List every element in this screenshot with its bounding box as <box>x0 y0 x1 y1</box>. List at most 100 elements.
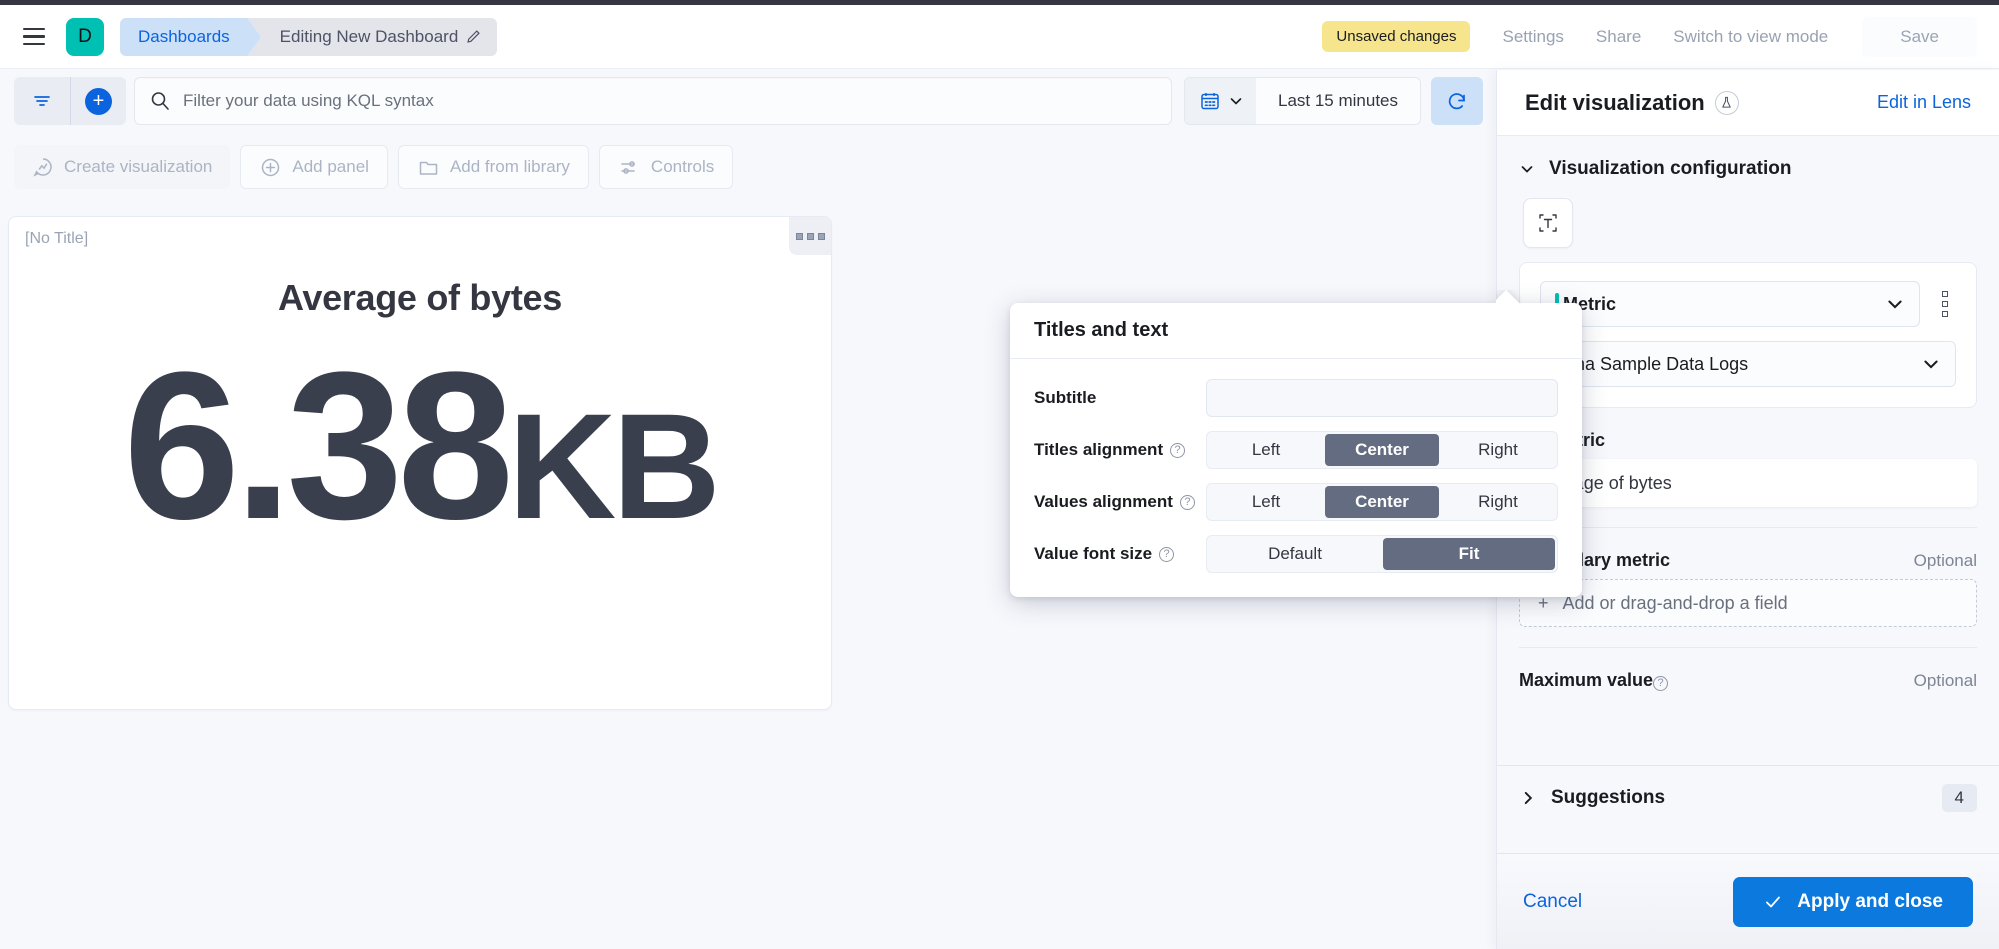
value-font-size-default[interactable]: Default <box>1209 538 1381 570</box>
secondary-metric-optional: Optional <box>1914 551 1977 571</box>
chart-type-select[interactable]: Metric <box>1540 281 1920 327</box>
share-link[interactable]: Share <box>1580 27 1657 47</box>
values-alignment-left[interactable]: Left <box>1209 486 1323 518</box>
filter-group: + <box>14 77 126 125</box>
panel-header: [No Title] <box>9 217 831 261</box>
visualization-configuration-section-toggle[interactable]: Visualization configuration <box>1497 136 1999 194</box>
divider <box>1519 527 1977 528</box>
breadcrumb-dashboards[interactable]: Dashboards <box>120 18 248 56</box>
metric-visualization: Average of bytes 6.38KB <box>9 261 831 709</box>
status-badge-unsaved: Unsaved changes <box>1322 21 1470 52</box>
text-options-icon <box>1536 211 1560 235</box>
time-range-value[interactable]: Last 15 minutes <box>1256 78 1420 124</box>
data-view-select[interactable]: bana Sample Data Logs <box>1540 341 1956 387</box>
calendar-icon <box>1199 90 1221 112</box>
chevron-down-icon <box>1921 354 1941 374</box>
add-panel-label: Add panel <box>292 157 369 177</box>
titles-alignment-left[interactable]: Left <box>1209 434 1323 466</box>
subtitle-row: Subtitle <box>1034 379 1558 417</box>
controls-label: Controls <box>651 157 714 177</box>
titles-alignment-label: Titles alignment ? <box>1034 440 1206 460</box>
panel-context-menu-button[interactable] <box>789 217 831 255</box>
dashboard-panel: [No Title] Average of bytes 6.38KB <box>8 216 832 710</box>
chevron-right-icon <box>1519 789 1537 807</box>
suggestions-count-badge: 4 <box>1942 784 1977 812</box>
titles-alignment-center[interactable]: Center <box>1325 434 1439 466</box>
maximum-value-label: Maximum value? <box>1519 670 1668 691</box>
date-quick-select-button[interactable] <box>1185 78 1256 124</box>
secondary-metric-placeholder: Add or drag-and-drop a field <box>1563 593 1788 614</box>
dashboard-edit-toolbar: Create visualization Add panel Add from … <box>0 140 1497 194</box>
help-icon[interactable]: ? <box>1170 443 1185 458</box>
toolbar-options-row <box>1497 194 1999 248</box>
cancel-button[interactable]: Cancel <box>1523 891 1582 913</box>
create-visualization-button[interactable]: Create visualization <box>14 145 230 189</box>
titles-alignment-right[interactable]: Right <box>1441 434 1555 466</box>
titles-and-text-popover: Titles and text Subtitle Titles alignmen… <box>1010 303 1582 597</box>
controls-button[interactable]: Controls <box>599 145 733 189</box>
date-picker: Last 15 minutes <box>1184 77 1421 125</box>
lens-icon <box>32 156 54 178</box>
edit-in-lens-link[interactable]: Edit in Lens <box>1877 92 1971 113</box>
query-bar: + Filter your data using KQL syntax Last… <box>0 70 1497 132</box>
popover-title: Titles and text <box>1010 303 1582 359</box>
value-font-size-fit[interactable]: Fit <box>1383 538 1555 570</box>
help-icon[interactable]: ? <box>1159 547 1174 562</box>
apply-and-close-button[interactable]: Apply and close <box>1733 877 1973 927</box>
breadcrumb-label: Editing New Dashboard <box>280 27 459 47</box>
help-icon[interactable]: ? <box>1180 495 1195 510</box>
check-icon <box>1763 892 1783 912</box>
header-actions: Unsaved changes Settings Share Switch to… <box>1322 5 1999 69</box>
maximum-value-label-row: Maximum value? Optional <box>1519 670 1977 691</box>
visualization-configuration-label: Visualization configuration <box>1549 158 1791 180</box>
breadcrumb-editing-new-dashboard[interactable]: Editing New Dashboard <box>248 18 498 56</box>
switch-to-view-mode-link[interactable]: Switch to view mode <box>1657 27 1844 47</box>
flyout-title-label: Edit visualization <box>1525 90 1705 116</box>
settings-link[interactable]: Settings <box>1486 27 1579 47</box>
drag-handle-icon[interactable] <box>1934 291 1956 317</box>
popover-body: Subtitle Titles alignment ? Left Center … <box>1010 359 1582 597</box>
help-icon[interactable]: ? <box>1653 676 1668 691</box>
value-font-size-control: Default Fit <box>1206 535 1558 573</box>
add-from-library-button[interactable]: Add from library <box>398 145 589 189</box>
breadcrumb: Dashboards Editing New Dashboard <box>120 18 497 56</box>
filter-options-button[interactable] <box>14 77 70 125</box>
menu-hamburger-icon[interactable] <box>14 17 54 57</box>
subtitle-label: Subtitle <box>1034 388 1206 408</box>
search-placeholder: Filter your data using KQL syntax <box>183 91 434 111</box>
values-alignment-right[interactable]: Right <box>1441 486 1555 518</box>
search-input[interactable]: Filter your data using KQL syntax <box>134 77 1172 125</box>
flyout-title: Edit visualization <box>1525 90 1739 116</box>
suggestions-section-toggle[interactable]: Suggestions 4 <box>1497 765 1999 829</box>
dot-icon <box>818 233 825 240</box>
metric-value: 6.38KB <box>123 341 716 551</box>
filter-icon <box>31 90 53 112</box>
primary-metric-field[interactable]: Average of bytes <box>1519 459 1977 507</box>
controls-icon <box>618 156 641 179</box>
flyout-footer: Cancel Apply and close <box>1497 853 1999 949</box>
values-alignment-center[interactable]: Center <box>1325 486 1439 518</box>
secondary-metric-dropzone[interactable]: + Add or drag-and-drop a field <box>1519 579 1977 627</box>
value-font-size-label: Value font size ? <box>1034 544 1206 564</box>
chart-type-row: Metric <box>1540 281 1956 327</box>
maximum-value-text: Maximum value <box>1519 670 1653 690</box>
titles-and-text-button[interactable] <box>1523 198 1573 248</box>
add-panel-button[interactable]: Add panel <box>240 145 388 189</box>
apply-and-close-label: Apply and close <box>1797 891 1943 913</box>
suggestions-label: Suggestions <box>1551 787 1665 809</box>
space-avatar[interactable]: D <box>66 18 104 56</box>
chevron-down-icon <box>1519 161 1535 177</box>
add-filter-button[interactable]: + <box>70 77 126 125</box>
save-button[interactable]: Save <box>1862 17 1977 57</box>
values-alignment-button-group: Left Center Right <box>1206 483 1558 521</box>
panel-title[interactable]: [No Title] <box>25 230 88 248</box>
global-header: D Dashboards Editing New Dashboard Unsav… <box>0 5 1999 69</box>
kibana-dashboard-app: D Dashboards Editing New Dashboard Unsav… <box>0 0 1999 949</box>
subtitle-input[interactable] <box>1206 379 1558 417</box>
search-icon <box>149 90 171 112</box>
value-font-size-text: Value font size <box>1034 544 1152 564</box>
dot-icon <box>796 233 803 240</box>
titles-alignment-control: Left Center Right <box>1206 431 1558 469</box>
refresh-button[interactable] <box>1431 77 1483 125</box>
plus-circle-icon <box>259 156 282 179</box>
